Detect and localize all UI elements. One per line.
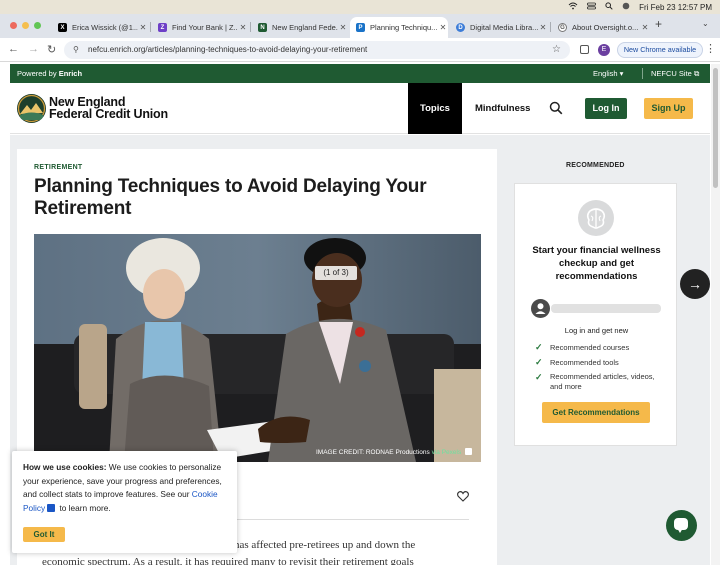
- oversight-favicon-icon: G: [558, 23, 567, 32]
- close-tab-icon[interactable]: ✕: [538, 23, 548, 32]
- checkmark-icon: ✓: [535, 357, 543, 367]
- control-center-icon[interactable]: [587, 2, 596, 12]
- nav-topics[interactable]: Topics: [408, 83, 462, 134]
- site-settings-icon[interactable]: ⚲: [73, 41, 79, 59]
- got-it-button[interactable]: Got It: [23, 527, 65, 542]
- language-selector[interactable]: English ▾: [593, 69, 623, 78]
- close-tab-icon[interactable]: ✕: [640, 23, 650, 32]
- enrich-favicon-icon: P: [356, 23, 365, 32]
- nav-mindfulness[interactable]: Mindfulness: [475, 103, 530, 114]
- maximize-window-icon[interactable]: [34, 22, 41, 29]
- browser-tab-active[interactable]: P Planning Techniqu... ✕: [350, 17, 448, 38]
- nefcu-logo-text[interactable]: New England Federal Credit Union: [49, 96, 168, 121]
- cookie-message: How we use cookies: We use cookies to pe…: [23, 462, 222, 513]
- image-credit: IMAGE CREDIT: RODNAE Productions via Pex…: [316, 448, 473, 456]
- wellness-progress-bar: [551, 304, 661, 313]
- enrich-logo: Enrich: [58, 69, 83, 78]
- powered-by: Powered by Enrich: [17, 69, 83, 78]
- article-hero-image[interactable]: [34, 234, 481, 462]
- window-controls: [10, 22, 41, 29]
- recommendation-item: Recommended tools: [550, 358, 619, 367]
- browser-tab[interactable]: Z Find Your Bank | Z... ✕: [152, 17, 248, 38]
- new-chrome-available-button[interactable]: New Chrome available: [617, 42, 703, 58]
- recommendation-item: Recommended articles, videos, and more: [550, 372, 655, 391]
- x-favicon-icon: X: [58, 23, 67, 32]
- favorite-heart-icon[interactable]: [457, 489, 469, 502]
- site-utility-bar: Powered by Enrich English ▾ NEFCU Site ⧉: [10, 64, 710, 83]
- nefcu-site-link[interactable]: NEFCU Site ⧉: [651, 69, 699, 79]
- article-body-text: economic spectrum. As a result, it has r…: [42, 556, 414, 565]
- browser-tab[interactable]: D Digital Media Libra... ✕: [450, 17, 548, 38]
- nefcu-logo-icon[interactable]: [17, 94, 46, 123]
- login-prompt: Log in and get new: [564, 326, 629, 335]
- wifi-icon[interactable]: [568, 2, 578, 12]
- tab-search-chevron-icon[interactable]: ⌄: [702, 19, 709, 28]
- back-arrow-icon[interactable]: ←: [8, 43, 19, 55]
- browser-tab[interactable]: X Erica Wissick (@1... ✕: [52, 17, 148, 38]
- checkmark-icon: ✓: [535, 372, 543, 382]
- bookmark-star-icon[interactable]: ☆: [552, 41, 561, 59]
- search-icon[interactable]: [549, 101, 563, 115]
- signup-button[interactable]: Sign Up: [644, 98, 693, 119]
- get-recommendations-button[interactable]: Get Recommendations: [542, 402, 650, 423]
- recommendation-title: Start your financial wellness checkup an…: [532, 245, 661, 282]
- browser-toolbar: ← → ↻ ⚲ nefcu.enrich.org/articles/planni…: [0, 38, 720, 62]
- close-tab-icon[interactable]: ✕: [438, 23, 448, 32]
- article-body-text: has affected pre-retirees up and down th…: [234, 539, 416, 551]
- forward-arrow-icon[interactable]: →: [28, 43, 39, 55]
- cookie-banner: How we use cookies: We use cookies to pe…: [12, 451, 237, 553]
- menubar-datetime[interactable]: Fri Feb 23 12:57 PM: [639, 3, 712, 12]
- image-counter: (1 of 3): [315, 266, 357, 280]
- url-text: nefcu.enrich.org/articles/planning-techn…: [88, 45, 368, 54]
- close-tab-icon[interactable]: ✕: [338, 23, 348, 32]
- recommendation-card: Start your financial wellness checkup an…: [514, 183, 677, 446]
- article-title: Planning Techniques to Avoid Delaying Yo…: [34, 176, 427, 219]
- close-tab-icon[interactable]: ✕: [238, 23, 248, 32]
- next-arrow-button[interactable]: →: [680, 269, 710, 299]
- new-tab-icon[interactable]: +: [655, 17, 662, 31]
- recommendation-item: Recommended courses: [550, 343, 630, 352]
- minimize-window-icon[interactable]: [22, 22, 29, 29]
- external-link-icon: ⧉: [693, 69, 700, 78]
- zelle-favicon-icon: Z: [158, 23, 167, 32]
- login-button[interactable]: Log In: [585, 98, 627, 119]
- siri-icon[interactable]: [622, 2, 630, 12]
- browser-menu-icon[interactable]: ⋮: [705, 42, 716, 55]
- close-tab-icon[interactable]: ✕: [138, 23, 148, 32]
- browser-tab[interactable]: G About Oversight.o... ✕: [552, 17, 650, 38]
- brain-icon: [578, 200, 614, 236]
- checkmark-icon: ✓: [535, 342, 543, 352]
- external-link-icon: [47, 503, 56, 512]
- browser-tab-strip: X Erica Wissick (@1... ✕ Z Find Your Ban…: [0, 14, 720, 38]
- mac-menu-bar: Fri Feb 23 12:57 PM: [0, 0, 720, 14]
- chat-bubble-icon[interactable]: [666, 510, 697, 541]
- search-icon[interactable]: [605, 2, 613, 12]
- expand-image-icon[interactable]: [465, 448, 473, 455]
- user-avatar-icon: [531, 299, 550, 318]
- side-panel-icon[interactable]: [580, 45, 589, 54]
- nefcu-favicon-icon: N: [258, 23, 267, 32]
- scrollbar-thumb[interactable]: [713, 68, 718, 188]
- recommended-heading: RECOMMENDED: [566, 162, 625, 169]
- digital-media-favicon-icon: D: [456, 23, 465, 32]
- site-header: New England Federal Credit Union Topics …: [10, 83, 710, 134]
- article-category[interactable]: RETIREMENT: [34, 164, 83, 171]
- browser-tab[interactable]: N New England Fede... ✕: [252, 17, 348, 38]
- close-window-icon[interactable]: [10, 22, 17, 29]
- profile-avatar[interactable]: E: [598, 44, 610, 56]
- address-bar[interactable]: ⚲ nefcu.enrich.org/articles/planning-tec…: [64, 41, 570, 59]
- reload-icon[interactable]: ↻: [47, 43, 56, 56]
